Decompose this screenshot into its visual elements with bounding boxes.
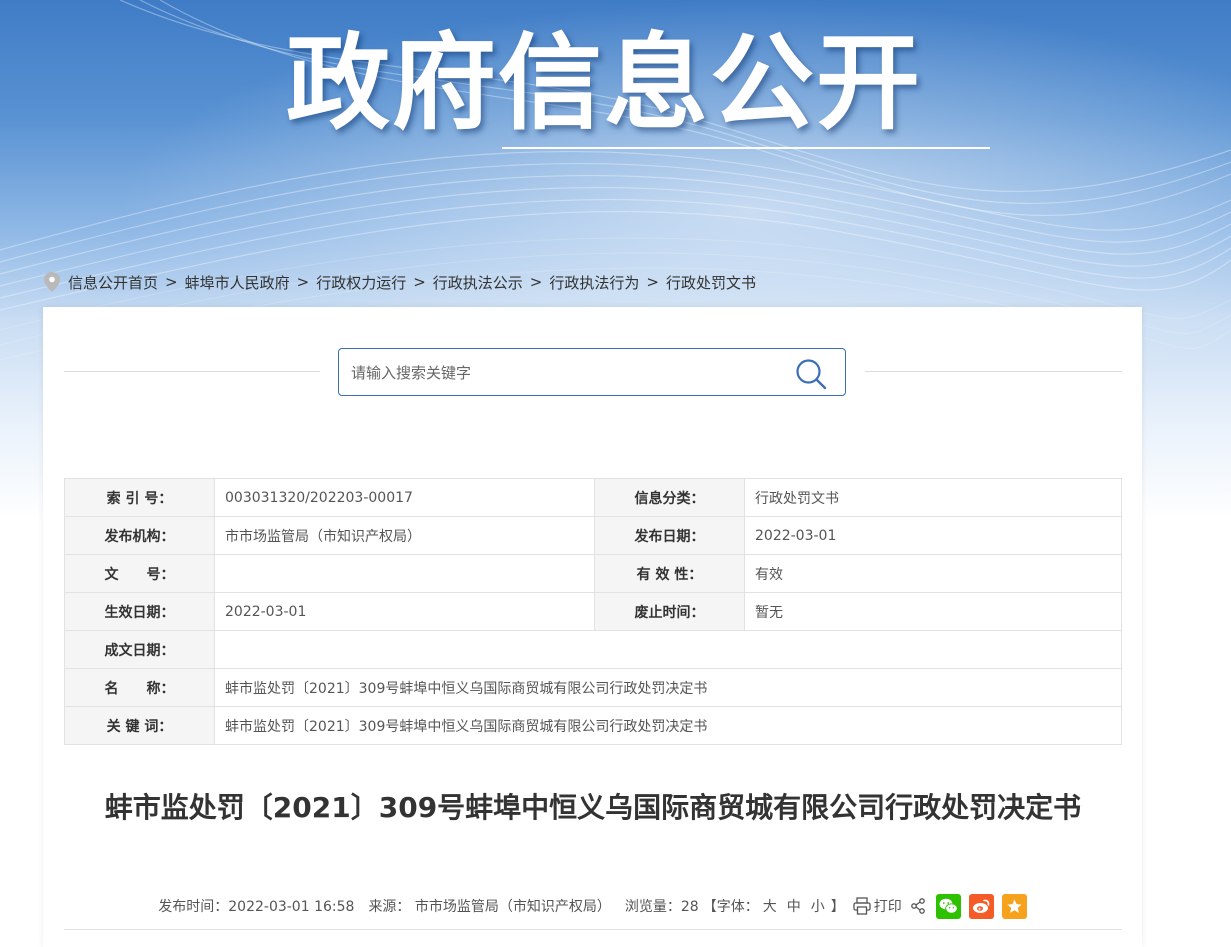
name-value: 蚌市监处罚〔2021〕309号蚌埠中恒义乌国际商贸城有限公司行政处罚决定书	[214, 668, 1122, 707]
table-row: 名 称： 蚌市监处罚〔2021〕309号蚌埠中恒义乌国际商贸城有限公司行政处罚决…	[64, 668, 1122, 707]
article-info-bar: 发布时间：2022-03-01 16:58 来源： 市市场监管局（市知识产权局）…	[43, 891, 1142, 921]
breadcrumb-law-enforcement-acts[interactable]: 行政执法行为	[549, 272, 639, 293]
weibo-icon	[972, 899, 990, 913]
index-value: 003031320/202203-00017	[214, 478, 595, 517]
font-size-large[interactable]: 大	[763, 896, 777, 916]
breadcrumb-separator: >	[529, 273, 543, 291]
validity-label: 有 效 性：	[594, 554, 745, 593]
table-row: 文 号： 有 效 性： 有效	[64, 554, 1122, 593]
content-card: 索 引 号： 003031320/202203-00017 信息分类： 行政处罚…	[43, 307, 1142, 947]
font-size-small[interactable]: 小	[811, 896, 825, 916]
banner-title-underline	[502, 147, 990, 149]
breadcrumb-home[interactable]: 信息公开首页	[68, 272, 158, 293]
table-row: 索 引 号： 003031320/202203-00017 信息分类： 行政处罚…	[64, 478, 1122, 517]
validity-value: 有效	[744, 554, 1122, 593]
article-divider	[64, 929, 1122, 930]
metadata-table: 索 引 号： 003031320/202203-00017 信息分类： 行政处罚…	[64, 478, 1122, 745]
search-divider-left	[64, 371, 320, 372]
effective-label: 生效日期：	[64, 592, 215, 631]
publish-time: 发布时间：2022-03-01 16:58	[158, 899, 355, 915]
search-divider-right	[865, 371, 1122, 372]
keywords-value: 蚌市监处罚〔2021〕309号蚌埠中恒义乌国际商贸城有限公司行政处罚决定书	[214, 706, 1122, 745]
table-row: 成文日期：	[64, 630, 1122, 669]
view-count: 浏览量：28	[624, 899, 699, 915]
breadcrumb-city-government[interactable]: 蚌埠市人民政府	[185, 272, 290, 293]
breadcrumb-admin-power[interactable]: 行政权力运行	[316, 272, 406, 293]
magnifier-icon[interactable]	[795, 358, 827, 390]
font-size-open: 【字体：	[702, 899, 759, 915]
star-icon	[1007, 898, 1022, 913]
repeal-label: 废止时间：	[594, 592, 745, 631]
repeal-value: 暂无	[744, 592, 1122, 631]
written-value	[214, 630, 1122, 669]
table-row: 关 键 词： 蚌市监处罚〔2021〕309号蚌埠中恒义乌国际商贸城有限公司行政处…	[64, 706, 1122, 745]
pubdate-label: 发布日期：	[594, 516, 745, 555]
weibo-share-button[interactable]	[968, 893, 994, 919]
article-source: 来源： 市市场监管局（市知识产权局）	[368, 899, 611, 915]
table-row: 生效日期： 2022-03-01 废止时间： 暂无	[64, 592, 1122, 631]
wechat-share-button[interactable]	[935, 893, 961, 919]
wechat-icon	[939, 898, 958, 914]
table-row: 发布机构： 市市场监管局（市知识产权局） 发布日期： 2022-03-01	[64, 516, 1122, 555]
favorite-button[interactable]	[1001, 893, 1027, 919]
category-label: 信息分类：	[594, 478, 745, 517]
breadcrumb-law-enforcement-public[interactable]: 行政执法公示	[433, 272, 523, 293]
breadcrumb-penalty-documents[interactable]: 行政处罚文书	[666, 272, 756, 293]
effective-value: 2022-03-01	[214, 592, 595, 631]
breadcrumb-separator: >	[296, 273, 310, 291]
docno-value	[214, 554, 595, 593]
keywords-label: 关 键 词：	[64, 706, 215, 745]
index-label: 索 引 号：	[64, 478, 215, 517]
location-pin-icon	[44, 272, 60, 292]
print-label: 打印	[873, 899, 902, 915]
printer-icon	[853, 897, 871, 915]
article-title: 蚌市监处罚〔2021〕309号蚌埠中恒义乌国际商贸城有限公司行政处罚决定书	[104, 791, 1082, 824]
breadcrumb: 信息公开首页 > 蚌埠市人民政府 > 行政权力运行 > 行政执法公示 > 行政执…	[44, 270, 756, 294]
written-label: 成文日期：	[64, 630, 215, 669]
font-size-close: 】	[830, 899, 845, 915]
banner-title: 政府信息公开	[286, 22, 923, 144]
breadcrumb-separator: >	[165, 273, 178, 291]
category-value: 行政处罚文书	[744, 478, 1122, 517]
docno-label: 文 号：	[64, 554, 215, 593]
name-label: 名 称：	[64, 668, 215, 707]
org-label: 发布机构：	[64, 516, 215, 555]
org-value: 市市场监管局（市知识产权局）	[214, 516, 595, 555]
breadcrumb-separator: >	[413, 273, 426, 291]
print-button[interactable]: 打印	[853, 896, 902, 916]
breadcrumb-separator: >	[646, 273, 659, 291]
search-input[interactable]	[349, 359, 783, 387]
search-box	[338, 348, 846, 396]
font-size-medium[interactable]: 中	[787, 896, 801, 916]
pubdate-value: 2022-03-01	[744, 516, 1122, 555]
share-icon[interactable]	[910, 898, 926, 914]
